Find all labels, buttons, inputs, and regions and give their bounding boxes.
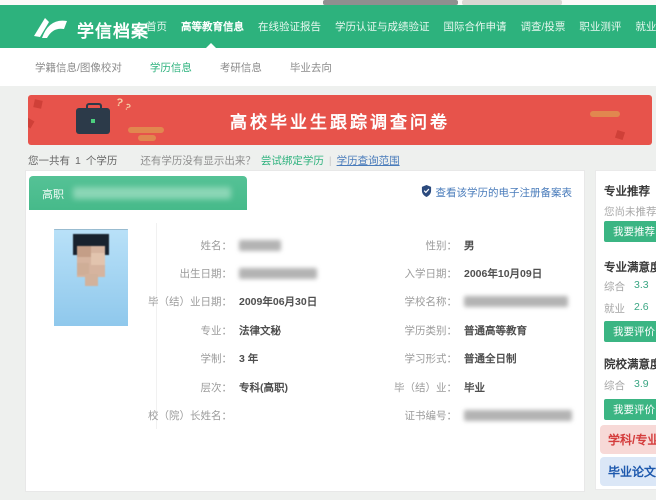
field-birth-date: 出生日期： bbox=[144, 259, 317, 287]
link-divider: | bbox=[329, 155, 332, 167]
logo-text: 学信档案 bbox=[77, 17, 149, 42]
blurred-value bbox=[464, 410, 572, 421]
satisfaction-row: 综合 3.3 办学 bbox=[604, 279, 656, 294]
nav-item-international[interactable]: 国际合作申请 bbox=[444, 19, 507, 34]
nav-item-degree-authentication[interactable]: 学历认证与成绩验证 bbox=[335, 19, 430, 34]
view-report-link[interactable]: 查看该学历的电子注册备案表 bbox=[421, 185, 573, 200]
blurred-school-name bbox=[73, 187, 231, 199]
subnav-graduate-exam-info[interactable]: 考研信息 bbox=[220, 60, 262, 75]
blurred-value bbox=[239, 240, 281, 251]
field-name: 姓名： bbox=[144, 231, 317, 259]
shield-check-icon bbox=[421, 185, 432, 200]
nav-item-survey[interactable]: 调查/投票 bbox=[521, 19, 566, 34]
major-recommend-note: 您尚未推荐专业 bbox=[604, 204, 656, 219]
field-level: 层次： 专科(高职) bbox=[144, 373, 317, 401]
nav-item-online-verification[interactable]: 在线验证报告 bbox=[258, 19, 321, 34]
degree-count: 1 bbox=[75, 155, 81, 167]
nav-item-career-test[interactable]: 职业测评 bbox=[579, 19, 621, 34]
satisfaction-row: 综合 3.9 环境 bbox=[604, 378, 656, 393]
rate-major-button[interactable]: 我要评价 bbox=[604, 321, 656, 342]
page: 学信档案 首页 高等教育信息 在线验证报告 学历认证与成绩验证 国际合作申请 调… bbox=[0, 0, 656, 500]
field-education-type: 学历类别： 普通高等教育 bbox=[369, 316, 572, 344]
rate-school-button[interactable]: 我要评价 bbox=[604, 399, 656, 420]
blurred-value bbox=[464, 296, 568, 307]
field-duration: 学制： 3 年 bbox=[144, 345, 317, 373]
degree-summary-row: 您一共有 1 个学历 还有学历没有显示出来？ 尝试绑定学历 | 学历查询范围 bbox=[28, 153, 400, 168]
summary-suffix: 个学历 bbox=[86, 153, 118, 168]
nav-item-higher-education[interactable]: 高等教育信息 bbox=[181, 19, 244, 34]
nav-items: 首页 高等教育信息 在线验证报告 学历认证与成绩验证 国际合作申请 调查/投票 … bbox=[146, 5, 656, 48]
nav-item-employment[interactable]: 就业 bbox=[635, 19, 656, 34]
survey-banner[interactable]: ? ? 高校毕业生跟踪调查问卷 bbox=[28, 95, 652, 145]
site-logo[interactable]: 学信档案 bbox=[33, 14, 149, 45]
field-certificate-number: 证书编号： bbox=[369, 401, 572, 429]
school-satisfaction-title: 院校满意度 bbox=[604, 356, 656, 372]
right-sidebar: 专业推荐 您尚未推荐专业 我要推荐 专业满意度 综合 3.3 办学 就业 2.6… bbox=[595, 170, 656, 490]
field-president-name: 校（院）长姓名： bbox=[144, 401, 317, 429]
subnav-enrollment-info[interactable]: 学籍信息/图像校对 bbox=[35, 60, 122, 75]
field-major: 专业： 法律文秘 bbox=[144, 316, 317, 344]
subnav-graduation-destination[interactable]: 毕业去向 bbox=[290, 60, 332, 75]
query-scope-link[interactable]: 学历查询范围 bbox=[337, 153, 400, 168]
missing-degree-hint: 还有学历没有显示出来？ bbox=[140, 153, 256, 168]
subject-ranking-banner[interactable]: 学科/专业排名 bbox=[600, 425, 656, 454]
field-school-name: 学校名称： bbox=[369, 288, 572, 316]
field-study-form: 学习形式： 普通全日制 bbox=[369, 345, 572, 373]
bind-degree-link[interactable]: 尝试绑定学历 bbox=[261, 153, 324, 168]
satisfaction-row: 就业 2.6 教学 bbox=[604, 301, 656, 316]
id-photo bbox=[54, 229, 128, 326]
field-graduation-date: 毕（结）业日期： 2009年06月30日 bbox=[144, 288, 317, 316]
form-left-column: 姓名： 出生日期： 毕（结）业日期： 2009年06月30日 专业： 法律文秘 … bbox=[144, 231, 317, 430]
survey-banner-title: 高校毕业生跟踪调查问卷 bbox=[28, 95, 652, 145]
thesis-check-banner[interactable]: 毕业论文查重 bbox=[600, 457, 656, 486]
blurred-value bbox=[239, 268, 317, 279]
sub-navbar: 学籍信息/图像校对 学历信息 考研信息 毕业去向 bbox=[0, 48, 656, 86]
logo-book-icon bbox=[33, 14, 69, 45]
subnav-degree-info[interactable]: 学历信息 bbox=[150, 60, 192, 75]
nav-item-home[interactable]: 首页 bbox=[146, 19, 167, 34]
form-right-column: 性别： 男 入学日期： 2006年10月09日 学校名称： 学历类别： 普通高等… bbox=[369, 231, 572, 430]
field-admission-date: 入学日期： 2006年10月09日 bbox=[369, 259, 572, 287]
major-recommend-title: 专业推荐 bbox=[604, 183, 650, 199]
degree-tab-label: 高职 bbox=[42, 186, 64, 202]
recommend-button[interactable]: 我要推荐 bbox=[604, 221, 656, 242]
degree-tab[interactable]: 高职 bbox=[29, 176, 247, 210]
field-graduation-status: 毕（结）业： 毕业 bbox=[369, 373, 572, 401]
major-satisfaction-title: 专业满意度 bbox=[604, 259, 656, 275]
degree-card: 高职 查看该学历的电子注册备案表 bbox=[25, 170, 585, 492]
field-gender: 性别： 男 bbox=[369, 231, 572, 259]
view-report-text: 查看该学历的电子注册备案表 bbox=[436, 185, 573, 200]
summary-prefix: 您一共有 bbox=[28, 153, 70, 168]
main-navbar: 学信档案 首页 高等教育信息 在线验证报告 学历认证与成绩验证 国际合作申请 调… bbox=[0, 5, 656, 48]
